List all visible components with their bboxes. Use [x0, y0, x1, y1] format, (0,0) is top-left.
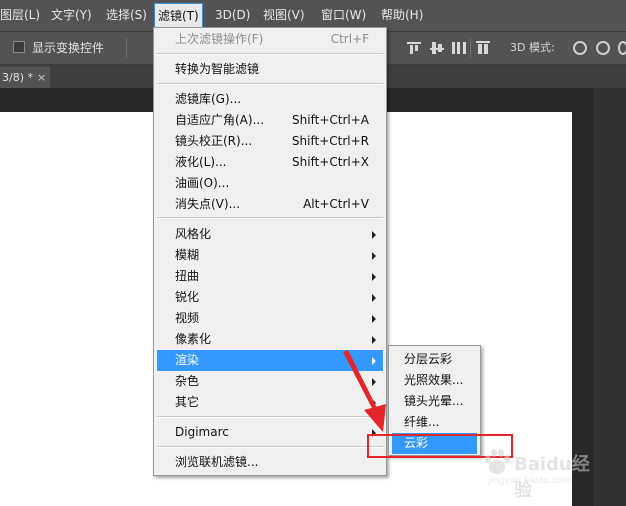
watermark-url: jingyan.baidu.com: [488, 476, 572, 486]
baidu-watermark: Baidu经验 jingyan.baidu.com: [480, 448, 600, 501]
annotation-arrow-icon: [343, 350, 386, 432]
paw-logo-icon: [485, 449, 510, 474]
